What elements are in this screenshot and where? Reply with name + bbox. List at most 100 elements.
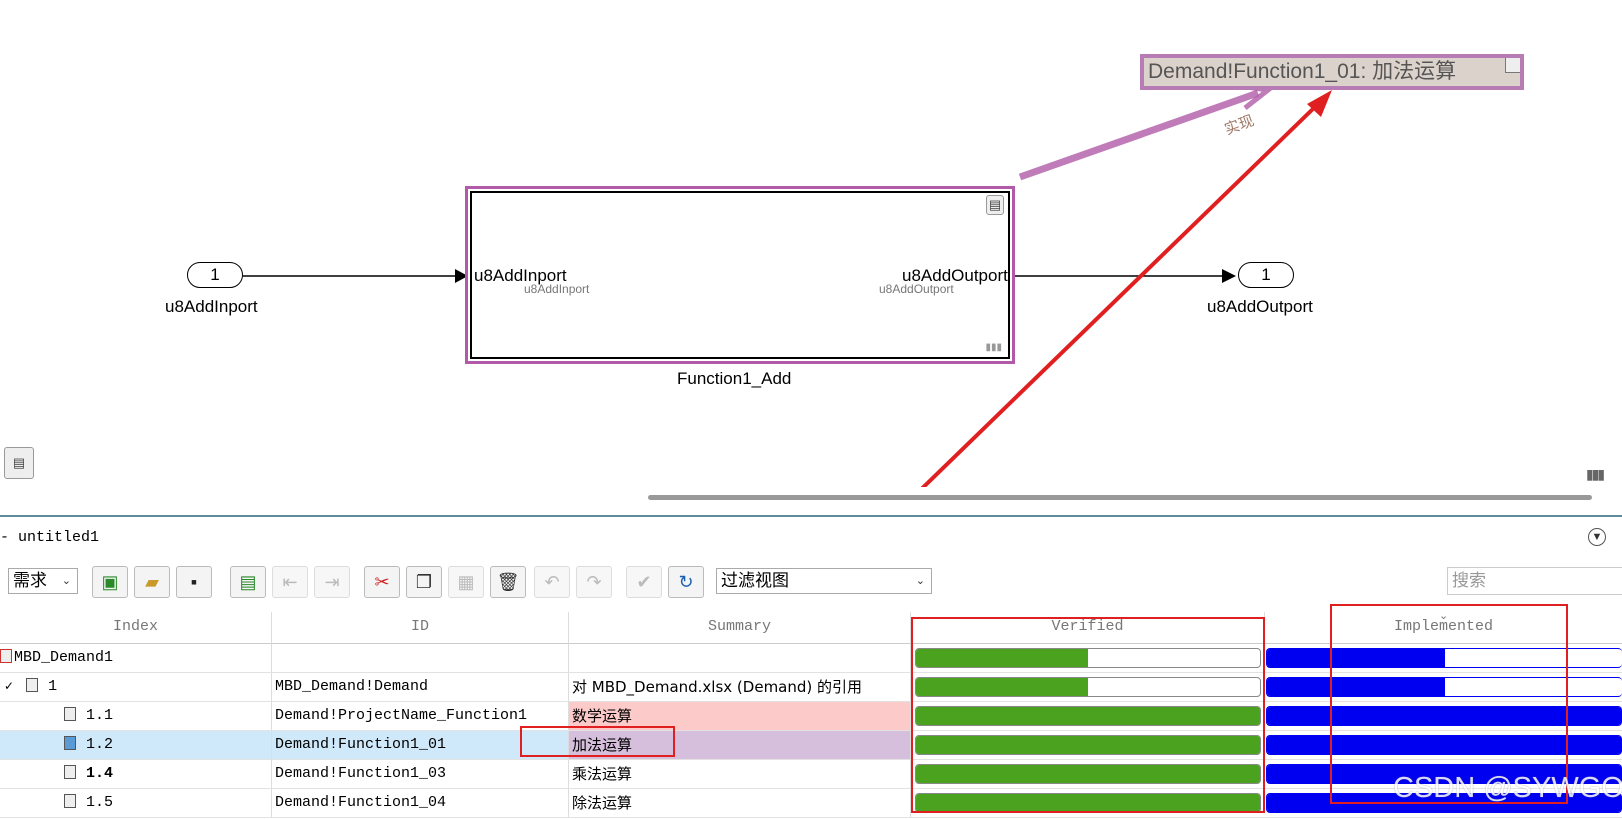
cut-icon: ✂ (374, 571, 390, 592)
requirement-icon (64, 736, 76, 751)
column-header-verified[interactable]: Verified (911, 612, 1265, 644)
panel-title: - untitled1 (0, 529, 100, 546)
delete-button[interactable]: 🗑 (490, 566, 526, 598)
implemented-progress-fill (1267, 736, 1622, 754)
indent-button[interactable]: ⇥ (314, 566, 350, 598)
summary-cell[interactable]: 除法运算 (569, 789, 911, 817)
add-requirement-button[interactable]: ▤ (230, 566, 266, 598)
table-row[interactable]: 1.4 Demand!Function1_03 乘法运算 (0, 760, 1622, 789)
index-cell[interactable]: MBD_Demand1 (0, 644, 272, 672)
id-cell[interactable]: MBD_Demand!Demand (272, 673, 569, 701)
index-cell[interactable]: 1.4 (0, 760, 272, 788)
open-button[interactable]: ▰ (134, 566, 170, 598)
table-row[interactable]: ✓ 1 MBD_Demand!Demand 对 MBD_Demand.xlsx (De… (0, 673, 1622, 702)
inner-outport-sublabel: u8AddOutport (879, 282, 954, 296)
subsystem-doc-icon[interactable]: ▤ (986, 195, 1004, 215)
chevron-down-icon: ⌄ (61, 574, 71, 587)
summary-cell[interactable]: 加法运算 (569, 731, 911, 759)
inport-number: 1 (210, 265, 220, 284)
refresh-button[interactable]: ↻ (668, 566, 704, 598)
summary-cell[interactable]: 对 MBD_Demand.xlsx (Demand) 的引用 (569, 673, 911, 701)
inport-name-label[interactable]: u8AddInport (165, 297, 258, 317)
expand-chevron-icon[interactable]: ✓ (4, 680, 14, 694)
implemented-progress-fill (1267, 707, 1622, 725)
id-cell[interactable] (272, 644, 569, 672)
model-canvas[interactable]: 1 u8AddInport ▤ ▮▮▮ u8AddInport u8AddOut… (0, 0, 1622, 487)
id-cell[interactable]: Demand!ProjectName_Function1 (272, 702, 569, 730)
column-header-summary[interactable]: Summary (569, 612, 911, 644)
verified-progress-fill (916, 707, 1260, 725)
canvas-grip-icon: ▮▮▮ (1586, 466, 1605, 482)
indent-icon: ⇥ (324, 571, 340, 592)
paste-button[interactable]: ▦ (448, 566, 484, 598)
implementation-link[interactable] (1018, 89, 1260, 181)
index-cell[interactable]: 1.1 (0, 702, 272, 730)
requirement-icon (26, 678, 39, 693)
outport-number: 1 (1261, 265, 1271, 284)
outdent-button[interactable]: ⇤ (272, 566, 308, 598)
copy-button[interactable]: ❐ (406, 566, 442, 598)
column-header-id[interactable]: ID (272, 612, 569, 644)
search-input[interactable]: 搜索 (1447, 567, 1622, 595)
annotation-toggle-icon[interactable]: ▤ (4, 447, 34, 479)
paste-icon: ▦ (457, 571, 475, 592)
table-row[interactable]: 1.2 Demand!Function1_01 加法运算 (0, 731, 1622, 760)
redo-button[interactable]: ↷ (576, 566, 612, 598)
outdent-icon: ⇤ (282, 571, 298, 592)
index-text: 1.4 (86, 765, 114, 782)
cut-button[interactable]: ✂ (364, 566, 400, 598)
id-cell[interactable]: Demand!Function1_01 (272, 731, 569, 759)
outport-name-label[interactable]: u8AddOutport (1207, 297, 1313, 317)
summary-cell[interactable]: 乘法运算 (569, 760, 911, 788)
column-header-index[interactable]: Index (0, 612, 272, 644)
index-text: 1.2 (86, 736, 114, 753)
implemented-progress-bar (1266, 648, 1622, 668)
verified-progress-fill (916, 765, 1260, 783)
verified-progress-bar (915, 648, 1261, 668)
table-row[interactable]: MBD_Demand1 (0, 644, 1622, 673)
requirement-icon (64, 794, 76, 809)
inport-block[interactable]: 1 (187, 262, 243, 288)
implemented-progress-fill (1267, 678, 1445, 696)
panel-divider[interactable] (0, 515, 1622, 517)
verified-progress-bar (915, 677, 1261, 697)
table-row[interactable]: 1.1 Demand!ProjectName_Function1 数学运算 (0, 702, 1622, 731)
verified-progress-fill (916, 794, 1260, 812)
undo-button[interactable]: ↶ (534, 566, 570, 598)
new-requirement-set-button[interactable]: ▣ (92, 566, 128, 598)
table-row[interactable]: 1.5 Demand!Function1_04 除法运算 (0, 789, 1622, 818)
annotation-text: Demand!Function1_01: 加法运算 (1148, 60, 1457, 83)
outport-arrow-head (1222, 269, 1236, 283)
implemented-progress-bar (1266, 706, 1622, 726)
summary-cell[interactable] (569, 644, 911, 672)
column-header-implemented[interactable]: Implemented ⌄ (1265, 611, 1622, 644)
filter-view-dropdown[interactable]: 过滤视图 ⌄ (716, 568, 932, 594)
check-button[interactable]: ✔ (626, 566, 662, 598)
view-dropdown[interactable]: 需求 ⌄ (8, 568, 78, 594)
requirements-toolbar: 需求 ⌄ ▣ ▰ ▪ ▤ ⇤ ⇥ ✂ ❐ ▦ 🗑 ↶ ↷ ✔ ↻ 过滤视图 ⌄ (0, 562, 1622, 600)
search-placeholder: 搜索 (1452, 571, 1486, 591)
requirement-annotation[interactable]: Demand!Function1_01: 加法运算 (1140, 54, 1524, 90)
sort-chevron-icon[interactable]: ⌄ (1439, 602, 1448, 632)
verified-progress-bar (915, 793, 1261, 813)
add-requirement-icon: ▤ (239, 571, 257, 592)
copy-icon: ❐ (415, 571, 433, 592)
id-cell[interactable]: Demand!Function1_03 (272, 760, 569, 788)
verified-progress-fill (916, 649, 1088, 667)
index-cell[interactable]: 1.5 (0, 789, 272, 817)
horizontal-scrollbar[interactable] (648, 495, 1592, 500)
subsystem-name-label[interactable]: Function1_Add (677, 369, 791, 389)
collapse-panel-button[interactable]: ▼ (1588, 528, 1606, 546)
save-button[interactable]: ▪ (176, 566, 212, 598)
index-cell[interactable]: 1.2 (0, 731, 272, 759)
outport-block[interactable]: 1 (1238, 262, 1294, 288)
subsystem-grip-icon: ▮▮▮ (985, 342, 1002, 353)
verified-progress-fill (916, 736, 1260, 754)
index-text: 1.1 (86, 707, 114, 724)
requirement-set-icon (0, 649, 12, 664)
index-cell[interactable]: ✓ 1 (0, 673, 272, 701)
index-text: MBD_Demand1 (14, 649, 114, 666)
view-dropdown-value: 需求 (13, 571, 47, 591)
id-cell[interactable]: Demand!Function1_04 (272, 789, 569, 817)
summary-cell[interactable]: 数学运算 (569, 702, 911, 730)
